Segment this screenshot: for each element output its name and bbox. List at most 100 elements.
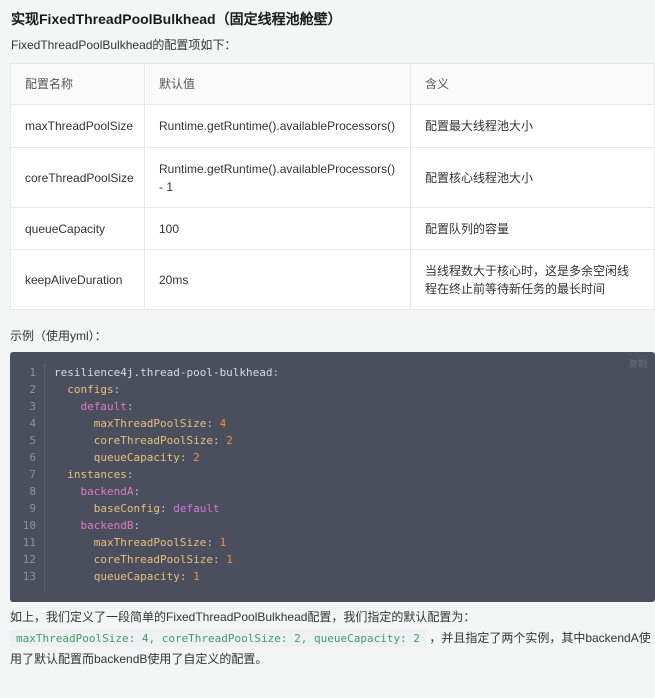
yaml-colon: : <box>206 417 220 430</box>
yaml-colon: : <box>179 570 194 583</box>
code-line: 1 resilience4j.thread-pool-bulkhead: <box>10 364 279 381</box>
yaml-key: backendA <box>80 485 134 498</box>
code-text: coreThreadPoolSize: 1 <box>36 551 233 568</box>
table-row: keepAliveDuration 20ms 当线程数大于核心时，这是多余空闲线… <box>10 249 655 310</box>
column-header: 含义 <box>410 63 655 105</box>
line-number: 6 <box>29 451 36 464</box>
code-text: baseConfig: default <box>36 500 220 517</box>
line-number: 5 <box>29 434 36 447</box>
table-cell: 配置最大线程池大小 <box>410 104 655 148</box>
line-number: 11 <box>22 536 36 549</box>
yaml-key: maxThreadPoolSize <box>93 417 207 430</box>
table-row: maxThreadPoolSize Runtime.getRuntime().a… <box>10 104 655 148</box>
yaml-key: maxThreadPoolSize <box>93 536 207 549</box>
yaml-value: 1 <box>219 536 227 549</box>
code-text: maxThreadPoolSize: 1 <box>36 534 226 551</box>
table-row: queueCapacity 100 配置队列的容量 <box>10 207 655 250</box>
yaml-key: queueCapacity <box>93 451 180 464</box>
section-heading: 实现FixedThreadPoolBulkhead（固定线程池舱壁） <box>11 11 342 27</box>
yaml-key: configs <box>67 383 114 396</box>
summary-line-1: 如上，我们定义了一段简单的FixedThreadPoolBulkhead配置，我… <box>10 610 476 624</box>
code-line: 5 coreThreadPoolSize: 2 <box>10 432 233 449</box>
column-header: 配置名称 <box>10 63 145 105</box>
table-cell: 20ms <box>144 249 411 310</box>
yaml-colon: : <box>126 400 134 413</box>
code-line: 2 configs: <box>10 381 120 398</box>
code-line: 8 backendA: <box>10 483 140 500</box>
code-line: 7 instances: <box>10 466 133 483</box>
yaml-colon: : <box>272 366 280 379</box>
table-cell: Runtime.getRuntime().availableProcessors… <box>144 147 411 208</box>
code-text: queueCapacity: 1 <box>36 568 200 585</box>
table-header-row: 配置名称 默认值 含义 <box>10 63 655 105</box>
code-line: 3 default: <box>10 398 133 415</box>
summary-line-3: 用了默认配置而backendB使用了自定义的配置。 <box>10 652 268 666</box>
code-line: 13 queueCapacity: 1 <box>10 568 200 585</box>
config-table: 配置名称 默认值 含义 maxThreadPoolSize Runtime.ge… <box>10 63 655 310</box>
code-text: default: <box>36 398 134 415</box>
line-number: 13 <box>22 570 36 583</box>
line-number: 12 <box>22 553 36 566</box>
code-line: 10 backendB: <box>10 517 140 534</box>
article-page: 实现FixedThreadPoolBulkhead（固定线程池舱壁） Fixed… <box>0 0 655 698</box>
intro-text: FixedThreadPoolBulkhead的配置项如下： <box>11 38 237 52</box>
column-header: 默认值 <box>144 63 411 105</box>
yaml-value: 2 <box>193 451 200 464</box>
code-line: 9 baseConfig: default <box>10 500 220 517</box>
table-cell: Runtime.getRuntime().availableProcessors… <box>144 104 411 148</box>
yaml-key: instances <box>67 468 127 481</box>
copy-button[interactable]: 复制 <box>629 357 647 370</box>
yaml-key: resilience4j.thread-pool-bulkhead <box>54 366 273 379</box>
code-text: instances: <box>36 466 133 483</box>
table-cell: 配置队列的容量 <box>410 207 655 250</box>
line-number: 2 <box>29 383 36 396</box>
code-text: configs: <box>36 381 120 398</box>
code-line: 12 coreThreadPoolSize: 1 <box>10 551 233 568</box>
summary-text-after-code: ，并且指定了两个实例，其中backendA使 <box>429 631 651 645</box>
yaml-colon: : <box>159 502 174 515</box>
yaml-colon: : <box>212 553 227 566</box>
line-number: 3 <box>29 400 36 413</box>
code-line: 11 maxThreadPoolSize: 1 <box>10 534 226 551</box>
table-cell: coreThreadPoolSize <box>10 147 145 208</box>
table-cell: queueCapacity <box>10 207 145 250</box>
yaml-value: default <box>173 502 220 515</box>
code-text: backendA: <box>36 483 141 500</box>
line-number: 7 <box>29 468 36 481</box>
yaml-key: backendB <box>80 519 134 532</box>
yaml-colon: : <box>179 451 194 464</box>
yaml-colon: : <box>206 536 220 549</box>
yaml-value: 2 <box>226 434 233 447</box>
yaml-value: 1 <box>226 553 233 566</box>
yaml-key: coreThreadPoolSize <box>93 553 213 566</box>
table-cell: 100 <box>144 207 411 250</box>
code-text: backendB: <box>36 517 141 534</box>
yaml-value: 1 <box>193 570 200 583</box>
yaml-key: queueCapacity <box>93 570 180 583</box>
summary-line-2: maxThreadPoolSize: 4, coreThreadPoolSize… <box>10 628 651 649</box>
line-number: 10 <box>22 519 36 532</box>
code-text: coreThreadPoolSize: 2 <box>36 432 233 449</box>
yaml-colon: : <box>133 519 141 532</box>
yaml-colon: : <box>212 434 227 447</box>
code-text: resilience4j.thread-pool-bulkhead: <box>36 364 279 381</box>
inline-code: maxThreadPoolSize: 4, coreThreadPoolSize… <box>10 630 426 647</box>
line-number: 9 <box>29 502 36 515</box>
table-cell: maxThreadPoolSize <box>10 104 145 148</box>
yaml-colon: : <box>133 485 141 498</box>
code-line: 6 queueCapacity: 2 <box>10 449 200 466</box>
code-text: maxThreadPoolSize: 4 <box>36 415 226 432</box>
table-cell: 当线程数大于核心时，这是多余空闲线程在终止前等待新任务的最长时间 <box>410 249 655 310</box>
